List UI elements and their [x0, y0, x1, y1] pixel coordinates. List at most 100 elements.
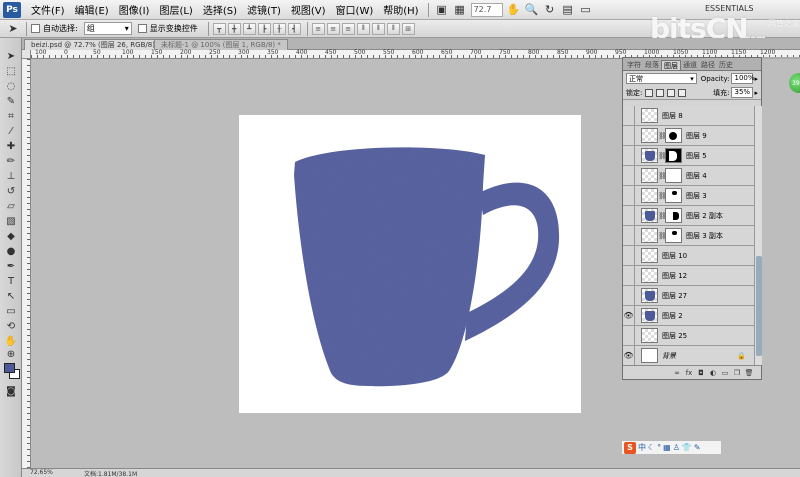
distribute-top-icon[interactable]: ≡ — [311, 22, 325, 35]
visibility-toggle[interactable] — [623, 205, 635, 226]
opacity-field[interactable]: 100% — [731, 73, 755, 84]
menu-window[interactable]: 窗口(W) — [331, 2, 379, 17]
keyboard-icon[interactable]: ▦ — [663, 443, 671, 452]
auto-align-icon[interactable]: ⊞ — [401, 22, 415, 35]
lasso-tool-icon[interactable]: ◌ — [3, 80, 19, 93]
distribute-left-icon[interactable]: ⦀ — [356, 22, 370, 35]
layer-thumbnail[interactable] — [641, 188, 658, 203]
layer-name[interactable]: 图层 2 — [662, 311, 683, 321]
clone-stamp-tool-icon[interactable]: ⊥ — [3, 170, 19, 183]
layer-name[interactable]: 图层 12 — [662, 271, 687, 281]
menu-edit[interactable]: 编辑(E) — [70, 2, 114, 17]
link-layers-icon[interactable]: ∞ — [673, 369, 681, 377]
visibility-toggle[interactable] — [623, 185, 635, 206]
eyedropper-tool-icon[interactable]: ⁄ — [3, 125, 19, 138]
menu-layer[interactable]: 图层(L) — [154, 2, 197, 17]
layer-thumbnail[interactable] — [641, 288, 658, 303]
marquee-tool-icon[interactable]: ⬚ — [3, 65, 19, 78]
layers-scrollbar[interactable] — [754, 106, 762, 365]
sogou-logo[interactable]: S — [624, 441, 636, 454]
align-bottom-icon[interactable]: ┻ — [242, 22, 256, 35]
visibility-toggle[interactable] — [623, 165, 635, 186]
quick-select-tool-icon[interactable]: ✎ — [3, 95, 19, 108]
brush-tool-icon[interactable]: ✏ — [3, 155, 19, 168]
moon-icon[interactable]: ☾ — [648, 443, 655, 452]
layer-name[interactable]: 图层 3 — [686, 191, 707, 201]
menu-view[interactable]: 视图(V) — [286, 2, 331, 17]
foreground-color-swatch[interactable] — [4, 363, 15, 373]
adjustment-layer-icon[interactable]: ◐ — [709, 369, 717, 377]
status-zoom[interactable]: 72.65% — [30, 469, 53, 476]
mask-link-icon[interactable]: ⛓ — [658, 192, 667, 200]
layer-thumbnail[interactable] — [641, 248, 658, 263]
visibility-toggle[interactable] — [623, 125, 635, 146]
menu-help[interactable]: 帮助(H) — [378, 2, 423, 17]
layer-row[interactable]: 👁 图层 2 — [623, 305, 754, 326]
layer-row[interactable]: ⛓ 图层 2 副本 — [623, 205, 754, 226]
visibility-toggle[interactable] — [623, 325, 635, 346]
align-right-icon[interactable]: ┫ — [287, 22, 301, 35]
path-selection-tool-icon[interactable]: ↖ — [3, 290, 19, 303]
mask-link-icon[interactable]: ⛓ — [658, 232, 667, 240]
fill-field[interactable]: 35% — [731, 87, 754, 98]
fill-arrow-icon[interactable]: ▸ — [754, 89, 758, 97]
visibility-toggle[interactable] — [623, 265, 635, 286]
layer-name[interactable]: 图层 3 副本 — [686, 231, 723, 241]
layer-mask-thumbnail[interactable] — [665, 168, 682, 183]
delete-layer-icon[interactable]: 🗑 — [745, 369, 754, 377]
blend-mode-select[interactable]: 正常 ▾ — [626, 73, 697, 84]
new-group-icon[interactable]: ▭ — [721, 369, 729, 377]
eye-icon[interactable]: 👁 — [623, 345, 635, 365]
align-top-icon[interactable]: ┳ — [212, 22, 226, 35]
new-layer-icon[interactable]: ❐ — [733, 369, 741, 377]
healing-brush-tool-icon[interactable]: ✚ — [3, 140, 19, 153]
lock-transparency-icon[interactable] — [645, 88, 654, 97]
layer-name[interactable]: 图层 27 — [662, 291, 687, 301]
panel-tab-0[interactable]: 字符 — [625, 60, 643, 70]
zoom-level-field[interactable]: 72.7 — [470, 2, 503, 17]
move-tool-icon[interactable]: ➤ — [3, 50, 19, 63]
panel-tab-2[interactable]: 图层 — [661, 60, 681, 70]
show-transform-option[interactable]: 显示变换控件 — [137, 23, 198, 34]
align-vcenter-icon[interactable]: ╋ — [227, 22, 241, 35]
layer-row[interactable]: 图层 8 — [623, 106, 754, 126]
pen-tool-icon[interactable]: ✒ — [3, 260, 19, 273]
distribute-hcenter-icon[interactable]: ⦀ — [371, 22, 385, 35]
layer-name[interactable]: 图层 9 — [686, 131, 707, 141]
hand-tool-icon[interactable]: ✋ — [3, 335, 19, 348]
dodge-tool-icon[interactable]: ● — [3, 245, 19, 258]
show-transform-checkbox[interactable] — [137, 24, 147, 33]
menu-select[interactable]: 选择(S) — [198, 2, 242, 17]
eye-icon[interactable]: 👁 — [623, 305, 635, 326]
distribute-bottom-icon[interactable]: ≡ — [341, 22, 355, 35]
lock-all-icon[interactable] — [678, 88, 687, 97]
zoom-tool-icon[interactable]: ⊕ — [3, 348, 19, 361]
layer-name[interactable]: 图层 10 — [662, 251, 687, 261]
layer-name[interactable]: 图层 8 — [662, 111, 683, 121]
align-left-icon[interactable]: ┣ — [257, 22, 271, 35]
gradient-tool-icon[interactable]: ▧ — [3, 215, 19, 228]
layer-mask-thumbnail[interactable] — [665, 208, 682, 223]
layer-row[interactable]: 图层 10 — [623, 245, 754, 266]
screen-mode-icon[interactable]: ▭ — [577, 2, 595, 18]
layer-mask-thumbnail[interactable] — [665, 148, 682, 163]
layer-name[interactable]: 图层 25 — [662, 331, 687, 341]
layer-row[interactable]: 👁 背景 🔒 — [623, 345, 754, 365]
mask-link-icon[interactable]: ⛓ — [658, 172, 667, 180]
layer-mask-thumbnail[interactable] — [665, 188, 682, 203]
eraser-tool-icon[interactable]: ▱ — [3, 200, 19, 213]
auto-select-checkbox[interactable] — [31, 24, 40, 33]
layer-row[interactable]: 图层 12 — [623, 265, 754, 286]
layer-row[interactable]: 图层 25 — [623, 325, 754, 346]
layer-row[interactable]: ⛓ 图层 9 — [623, 125, 754, 146]
layer-style-icon[interactable]: fx — [685, 369, 693, 377]
layer-row[interactable]: ⛓ 图层 3 — [623, 185, 754, 206]
mask-link-icon[interactable]: ⛓ — [658, 132, 667, 140]
layer-thumbnail[interactable] — [641, 108, 658, 123]
panel-tab-3[interactable]: 通道 — [681, 60, 699, 70]
ime-language-toggle[interactable]: 中 — [638, 442, 646, 453]
layer-thumbnail[interactable] — [641, 308, 658, 323]
floating-assistant-tab[interactable]: 39 — [789, 73, 800, 93]
layer-name[interactable]: 图层 5 — [686, 151, 707, 161]
layer-thumbnail[interactable] — [641, 148, 658, 163]
